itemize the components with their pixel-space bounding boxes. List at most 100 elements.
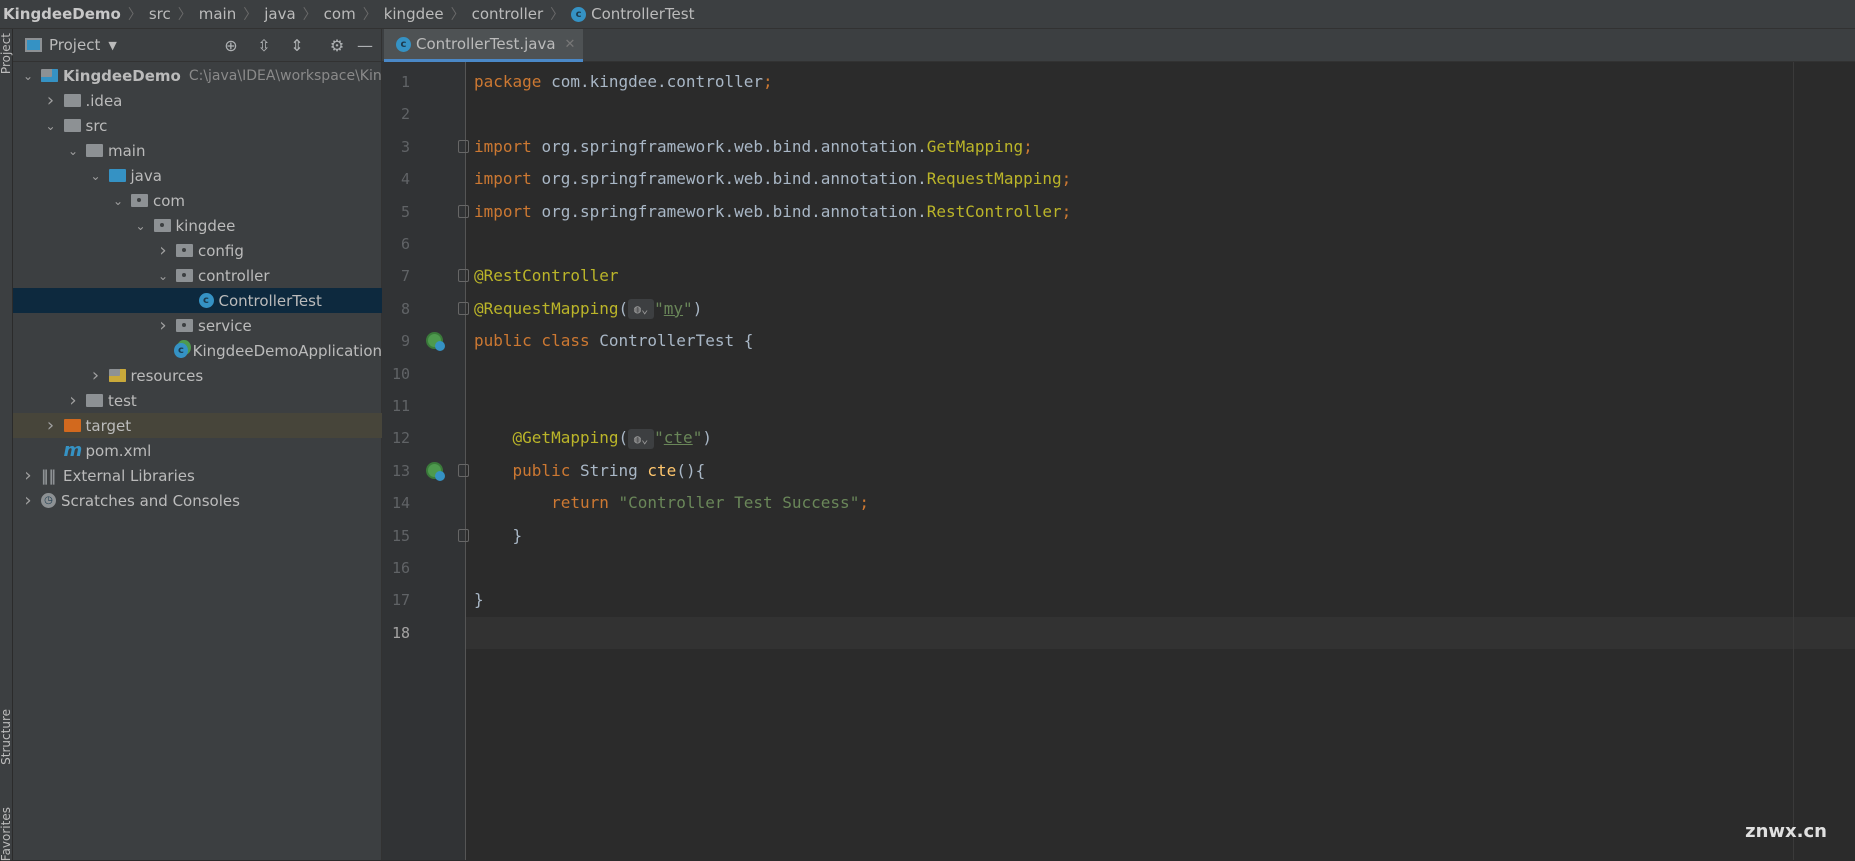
breadcrumb-label: controller (471, 5, 544, 23)
code-line[interactable]: @RestController (474, 260, 619, 292)
project-tool-button[interactable]: Project (0, 33, 13, 74)
globe-icon[interactable]: ◍⌄ (628, 428, 655, 449)
code-line[interactable]: public String cte(){ (474, 455, 706, 487)
code-token: @RequestMapping (474, 298, 619, 318)
fold-marker-icon[interactable] (458, 139, 469, 153)
tree-item[interactable]: ⌄ java (13, 163, 382, 188)
tree-item[interactable]: › target (13, 413, 382, 438)
code-line[interactable]: public class ControllerTest { (474, 325, 753, 357)
tree-item-label: External Libraries (63, 466, 195, 485)
code-line[interactable]: } (474, 584, 484, 616)
chevron-down-icon[interactable]: ▼ (108, 39, 116, 52)
breadcrumb-item[interactable]: controller (472, 5, 544, 23)
chevron-down-icon[interactable]: ⌄ (44, 119, 58, 133)
chevron-right-icon[interactable]: › (21, 465, 35, 486)
chevron-down-icon[interactable]: ⌄ (111, 194, 125, 208)
tree-item-label: config (198, 241, 244, 260)
breadcrumb-label: java (264, 5, 296, 23)
project-view-selector[interactable]: Project (49, 36, 100, 54)
code-line[interactable]: package com.kingdee.controller; (474, 66, 773, 98)
breadcrumb-item[interactable]: com (324, 5, 356, 23)
breadcrumb-item[interactable]: src (149, 5, 171, 23)
code-editor[interactable]: 1 2 3 4 5 6 7 8 9 10 11 12 13 14 15 16 17 18 package com.… (382, 62, 1855, 860)
breadcrumb-item[interactable]: main (199, 5, 236, 23)
fold-marker-icon[interactable] (458, 204, 469, 218)
fold-marker-icon[interactable] (458, 269, 469, 283)
folder-icon (63, 94, 81, 107)
close-icon[interactable]: ✕ (565, 37, 576, 52)
breadcrumb-item[interactable]: java (264, 5, 295, 23)
locate-icon[interactable]: ⊕ (223, 36, 239, 55)
code-line[interactable]: import org.springframework.web.bind.anno… (474, 131, 1033, 163)
tree-item[interactable]: › ‖‖ External Libraries (13, 463, 382, 488)
chevron-right-icon[interactable]: › (66, 390, 80, 411)
chevron-right-icon[interactable]: › (156, 240, 170, 261)
chevron-right-icon[interactable]: › (89, 365, 103, 386)
spring-endpoint-icon[interactable] (426, 332, 445, 352)
code-line[interactable]: return "Controller Test Success"; (474, 487, 869, 519)
tree-item-label: Scratches and Consoles (61, 491, 240, 510)
chevron-right-icon[interactable]: › (44, 415, 58, 436)
tree-item[interactable]: › resources (13, 363, 382, 388)
chevron-right-icon[interactable]: › (156, 315, 170, 336)
code-token: import (474, 169, 542, 189)
tree-item[interactable]: ⌄ src (13, 113, 382, 138)
code-line[interactable]: import org.springframework.web.bind.anno… (474, 196, 1071, 228)
breadcrumb-label: KingdeeDemo (3, 5, 121, 23)
chevron-down-icon[interactable]: ⌄ (89, 169, 103, 183)
chevron-down-icon[interactable]: ⌄ (134, 219, 148, 233)
chevron-down-icon[interactable]: ⌄ (156, 269, 170, 283)
tree-item[interactable]: › service (13, 313, 382, 338)
expand-all-icon[interactable]: ⇳ (256, 36, 272, 55)
chevron-right-icon: 〉 (450, 7, 465, 23)
gear-icon[interactable]: ⚙ (329, 36, 345, 55)
tree-item[interactable]: c ControllerTest (13, 288, 382, 313)
code-token: return (551, 493, 619, 513)
code-line[interactable]: import org.springframework.web.bind.anno… (474, 163, 1071, 195)
favorites-tool-button[interactable]: Favorites (0, 807, 13, 861)
spring-endpoint-icon[interactable] (426, 461, 445, 481)
tree-item[interactable]: c KingdeeDemoApplication (13, 338, 382, 363)
code-token: ) (702, 428, 712, 448)
tree-item[interactable]: ⌄ controller (13, 263, 382, 288)
chevron-down-icon[interactable]: ⌄ (66, 144, 80, 158)
fold-marker-icon[interactable] (458, 463, 469, 477)
code-line[interactable]: @GetMapping(◍⌄ "cte") (474, 422, 712, 454)
chevron-right-icon[interactable]: › (21, 490, 35, 511)
tree-item-label: resources (130, 366, 204, 385)
line-number: 10 (391, 364, 410, 383)
fold-marker-icon[interactable] (458, 301, 469, 315)
tree-item[interactable]: ⌄ kingdee (13, 213, 382, 238)
project-panel: Project ▼ ⊕ ⇳ ⇕ ⚙ — ⌄ KingdeeDemo C:\java\… (13, 29, 382, 860)
tab-controllertest-java[interactable]: c ControllerTest.java ✕ (384, 29, 583, 62)
tree-item[interactable]: › ◷ Scratches and Consoles (13, 488, 382, 513)
globe-icon[interactable]: ◍⌄ (628, 299, 655, 320)
tree-item[interactable]: › config (13, 238, 382, 263)
tree-item[interactable]: ⌄ main (13, 138, 382, 163)
tree-item[interactable]: › .idea (13, 88, 382, 113)
code-line[interactable]: } (474, 520, 523, 552)
breadcrumb-item[interactable]: c ControllerTest (571, 5, 694, 23)
code-token: ( (618, 428, 629, 448)
minimize-icon[interactable]: — (357, 36, 373, 55)
tree-item[interactable]: ⌄ com (13, 188, 382, 213)
folder-icon (86, 144, 103, 157)
chevron-down-icon[interactable]: ⌄ (21, 69, 35, 83)
fold-marker-icon[interactable] (458, 528, 469, 542)
tree-item[interactable]: ⌄ KingdeeDemo C:\java\IDEA\workspace\Kin (13, 63, 382, 88)
chevron-right-icon[interactable]: › (44, 90, 58, 111)
code-token: package (474, 72, 552, 91)
collapse-all-icon[interactable]: ⇕ (289, 36, 305, 55)
package-icon (153, 219, 171, 232)
tree-item[interactable]: m pom.xml (13, 438, 382, 463)
line-number: 13 (391, 461, 410, 480)
breadcrumb-item[interactable]: KingdeeDemo (3, 5, 121, 23)
code-token: " (692, 428, 703, 448)
line-number: 1 (400, 73, 410, 91)
right-margin-guide (1793, 62, 1794, 860)
tree-item[interactable]: › test (13, 388, 382, 413)
code-line[interactable]: @RequestMapping(◍⌄ "my") (474, 293, 702, 325)
structure-tool-button[interactable]: Structure (0, 709, 13, 765)
breadcrumb-item[interactable]: kingdee (384, 5, 444, 23)
